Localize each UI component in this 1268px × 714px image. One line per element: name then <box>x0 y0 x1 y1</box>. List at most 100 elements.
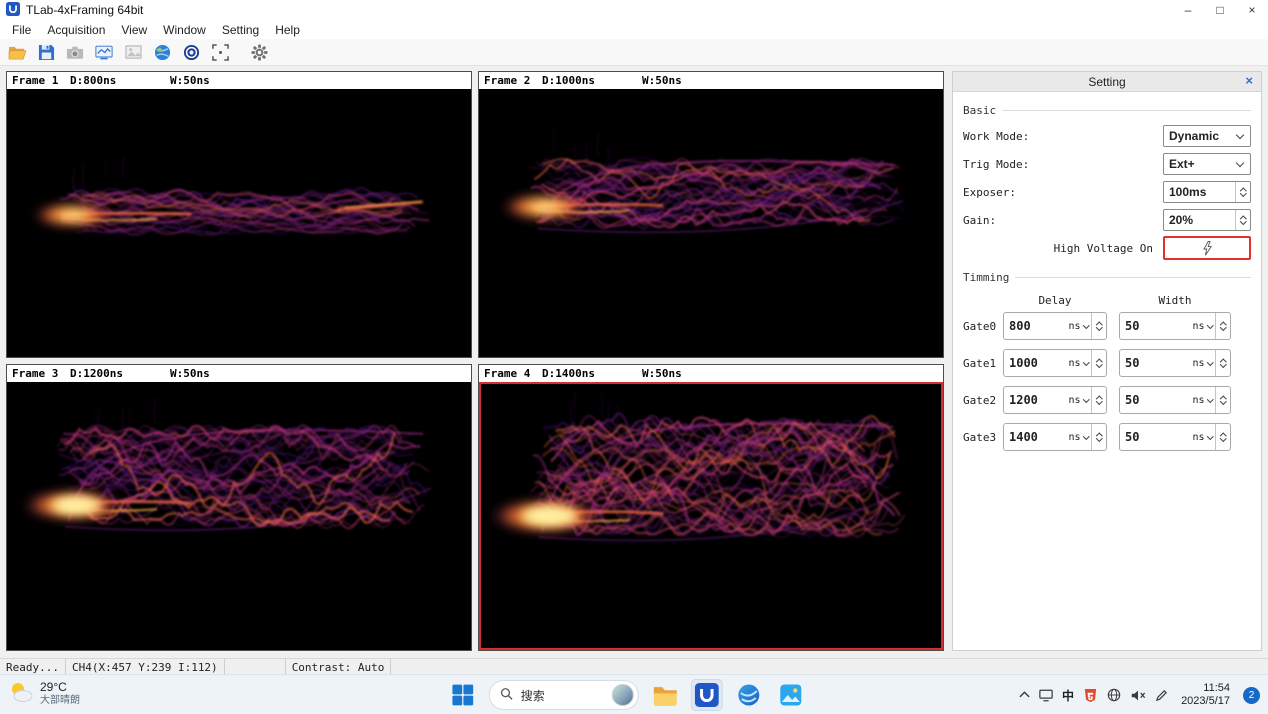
gate3-delay-value: 1400 <box>1004 430 1068 444</box>
gate1-delay-input[interactable]: 1000 ns <box>1003 349 1107 377</box>
menu-acquisition[interactable]: Acquisition <box>39 23 113 37</box>
volume-muted-icon[interactable] <box>1130 689 1146 702</box>
taskbar-clock[interactable]: 11:54 2023/5/17 <box>1181 682 1230 708</box>
gate2-width-input[interactable]: 50 ns <box>1119 386 1231 414</box>
gate3-width-spinner[interactable] <box>1215 424 1230 450</box>
gate0-width-unit[interactable]: ns <box>1192 321 1215 332</box>
gate1-width-unit[interactable]: ns <box>1192 358 1215 369</box>
menu-view[interactable]: View <box>113 23 155 37</box>
gain-value: 20% <box>1164 213 1235 227</box>
gate2-row: Gate2 1200 ns 50 ns <box>963 386 1251 414</box>
frame-1-image[interactable] <box>7 89 471 357</box>
gate3-delay-input[interactable]: 1400 ns <box>1003 423 1107 451</box>
capture-display-icon[interactable] <box>93 41 115 63</box>
image-icon[interactable] <box>122 41 144 63</box>
pen-input-icon[interactable] <box>1155 689 1168 702</box>
tlab-app-icon[interactable] <box>691 679 723 711</box>
minimize-button[interactable]: – <box>1172 0 1204 20</box>
frame-3-image[interactable] <box>7 382 471 650</box>
gate0-width-spinner[interactable] <box>1215 313 1230 339</box>
notification-badge[interactable]: 2 <box>1243 687 1260 704</box>
close-button[interactable]: × <box>1236 0 1268 20</box>
taskbar-search[interactable]: 搜索 <box>489 680 639 710</box>
gate3-delay-spinner[interactable] <box>1091 424 1106 450</box>
frame-2-title: Frame 2 <box>479 74 542 87</box>
record-icon[interactable] <box>180 41 202 63</box>
frame-1-plasma <box>7 89 471 357</box>
clock-date: 2023/5/17 <box>1181 695 1230 708</box>
menu-setting[interactable]: Setting <box>214 23 267 37</box>
gate1-delay-spinner[interactable] <box>1091 350 1106 376</box>
globe-app-icon[interactable] <box>733 679 765 711</box>
frame-2-header: Frame 2 D:1000ns W:50ns <box>479 72 943 89</box>
taskbar-weather-widget[interactable]: 29°C 大部晴朗 <box>8 679 80 708</box>
weather-icon <box>8 679 34 708</box>
gate1-width-input[interactable]: 50 ns <box>1119 349 1231 377</box>
frame-4-image[interactable] <box>479 382 943 650</box>
camera-icon[interactable] <box>64 41 86 63</box>
hidden-icons-chevron[interactable] <box>1019 691 1030 699</box>
settings-gear-icon[interactable] <box>248 41 270 63</box>
taskbar-tray: 中 11:54 2023/5/17 2 <box>1019 675 1260 714</box>
start-button[interactable] <box>447 679 479 711</box>
frame-panel-1: Frame 1 D:800ns W:50ns <box>6 71 472 358</box>
gate2-delay-input[interactable]: 1200 ns <box>1003 386 1107 414</box>
ime-indicator[interactable]: 中 <box>1062 687 1074 704</box>
menu-window[interactable]: Window <box>155 23 214 37</box>
high-voltage-button[interactable] <box>1163 236 1251 260</box>
frame-1-title: Frame 1 <box>7 74 70 87</box>
globe-icon[interactable] <box>151 41 173 63</box>
app-icon[interactable] <box>6 2 20 19</box>
work-mode-row: Work Mode: Dynamic <box>963 125 1251 147</box>
red-app-tray-icon[interactable] <box>1083 688 1098 703</box>
gate2-delay-spinner[interactable] <box>1091 387 1106 413</box>
crosshair-icon[interactable] <box>209 41 231 63</box>
gate2-width-spinner[interactable] <box>1215 387 1230 413</box>
gain-spinner[interactable] <box>1235 210 1250 230</box>
gate3-width-unit[interactable]: ns <box>1192 432 1215 443</box>
menu-bar: File Acquisition View Window Setting Hel… <box>0 20 1268 39</box>
gate0-delay-input[interactable]: 800 ns <box>1003 312 1107 340</box>
photos-app-icon[interactable] <box>775 679 807 711</box>
taskbar-center: 搜索 <box>447 675 807 714</box>
chevron-down-icon <box>1083 396 1089 402</box>
gate1-width-spinner[interactable] <box>1215 350 1230 376</box>
gate2-width-value: 50 <box>1120 393 1192 407</box>
gain-spinbox[interactable]: 20% <box>1163 209 1251 231</box>
chevron-down-icon <box>1207 322 1213 328</box>
high-voltage-row: High Voltage On <box>963 237 1251 259</box>
gate2-width-unit[interactable]: ns <box>1192 395 1215 406</box>
menu-file[interactable]: File <box>4 23 39 37</box>
frame-1-header: Frame 1 D:800ns W:50ns <box>7 72 471 89</box>
network-globe-icon[interactable] <box>1107 688 1121 702</box>
gate2-delay-unit[interactable]: ns <box>1068 395 1091 406</box>
open-folder-icon[interactable] <box>6 41 28 63</box>
frame-2-image[interactable] <box>479 89 943 357</box>
search-placeholder: 搜索 <box>521 687 605 704</box>
timing-group-text: Timming <box>963 271 1009 284</box>
weather-temp: 29°C <box>40 680 80 694</box>
gate1-delay-unit[interactable]: ns <box>1068 358 1091 369</box>
high-voltage-label: High Voltage On <box>1054 242 1153 255</box>
search-highlight-image[interactable] <box>612 684 634 706</box>
gate3-width-input[interactable]: 50 ns <box>1119 423 1231 451</box>
exposer-spinbox[interactable]: 100ms <box>1163 181 1251 203</box>
frame-3-title: Frame 3 <box>7 367 70 380</box>
settings-panel-title: Setting <box>1088 75 1125 89</box>
gate0-delay-unit[interactable]: ns <box>1068 321 1091 332</box>
gate0-width-input[interactable]: 50 ns <box>1119 312 1231 340</box>
display-tray-icon[interactable] <box>1039 689 1053 702</box>
work-mode-select[interactable]: Dynamic <box>1163 125 1251 147</box>
file-explorer-icon[interactable] <box>649 679 681 711</box>
exposer-spinner[interactable] <box>1235 182 1250 202</box>
maximize-button[interactable]: □ <box>1204 0 1236 20</box>
timing-headers: Delay Width <box>963 292 1251 308</box>
gate0-delay-spinner[interactable] <box>1091 313 1106 339</box>
settings-close-button[interactable]: × <box>1245 73 1253 88</box>
weather-desc: 大部晴朗 <box>40 694 80 708</box>
trig-mode-select[interactable]: Ext+ <box>1163 153 1251 175</box>
width-column-header: Width <box>1119 294 1231 307</box>
gate3-delay-unit[interactable]: ns <box>1068 432 1091 443</box>
menu-help[interactable]: Help <box>267 23 308 37</box>
save-icon[interactable] <box>35 41 57 63</box>
